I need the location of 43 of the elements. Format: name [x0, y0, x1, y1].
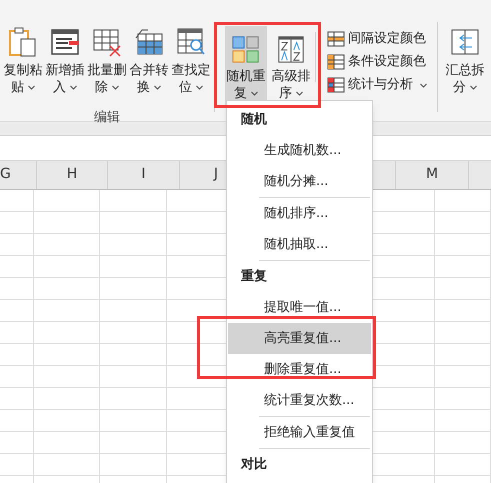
color-grid-icon — [231, 34, 261, 64]
menu-item[interactable]: 随机分摊... — [228, 166, 371, 197]
ribbon-button[interactable]: 汇总拆 分 — [444, 18, 486, 121]
column-header[interactable]: I — [141, 164, 146, 185]
menu-item[interactable]: 随机排序... — [228, 198, 371, 229]
menu-item[interactable]: 删除重复值... — [228, 354, 371, 385]
menu-item[interactable]: 随机抽取... — [228, 229, 371, 260]
statistics-grid-icon — [327, 77, 345, 93]
menu-item[interactable]: 拒绝输入重复值 — [228, 417, 371, 448]
menu-item[interactable]: 高亮重复值... — [228, 323, 371, 354]
ribbon-button[interactable]: 新增插 入 — [44, 18, 86, 100]
menu-item[interactable]: 提取唯一值... — [228, 292, 371, 323]
sort-icon — [276, 34, 306, 64]
ribbon-button[interactable]: 查找定 位 — [170, 18, 212, 100]
ribbon-button[interactable]: 随机重 复 — [225, 26, 267, 106]
caret-icon — [196, 85, 203, 90]
ribbon-small-button[interactable]: 统计与分析 — [327, 76, 427, 94]
menu-item[interactable]: 生成随机数... — [228, 135, 371, 166]
ribbon-button[interactable]: 批量删 除 — [86, 18, 128, 100]
menu-section-header: 重复 — [241, 268, 267, 286]
caret-icon — [112, 85, 119, 90]
caret-icon — [251, 91, 258, 96]
group-label: 编辑 — [94, 109, 120, 127]
menu-item[interactable]: 统计重复次数... — [228, 385, 371, 416]
caret-icon — [154, 85, 161, 90]
ribbon-button[interactable]: 合并转 换 — [128, 18, 170, 100]
column-header[interactable]: G — [0, 164, 11, 185]
menu-section-header: 对比 — [241, 456, 267, 474]
caret-icon — [28, 85, 35, 90]
column-header[interactable]: H — [66, 164, 78, 185]
caret-icon — [296, 91, 303, 96]
ribbon-small-button[interactable]: 间隔设定颜色 — [327, 30, 427, 48]
conditional-grid-icon — [327, 54, 345, 70]
striped-grid-icon — [327, 31, 345, 47]
column-header[interactable]: J — [214, 164, 218, 185]
column-header[interactable]: M — [426, 164, 438, 185]
caret-icon — [70, 85, 77, 90]
menu-section-header: 随机 — [241, 110, 267, 129]
clipboard-icon — [8, 26, 38, 58]
ribbon-small-button[interactable]: 条件设定颜色 — [327, 53, 427, 71]
caret-icon — [420, 82, 427, 88]
caret-icon — [470, 85, 477, 90]
ribbon-button[interactable]: 复制粘 贴 — [2, 18, 44, 100]
